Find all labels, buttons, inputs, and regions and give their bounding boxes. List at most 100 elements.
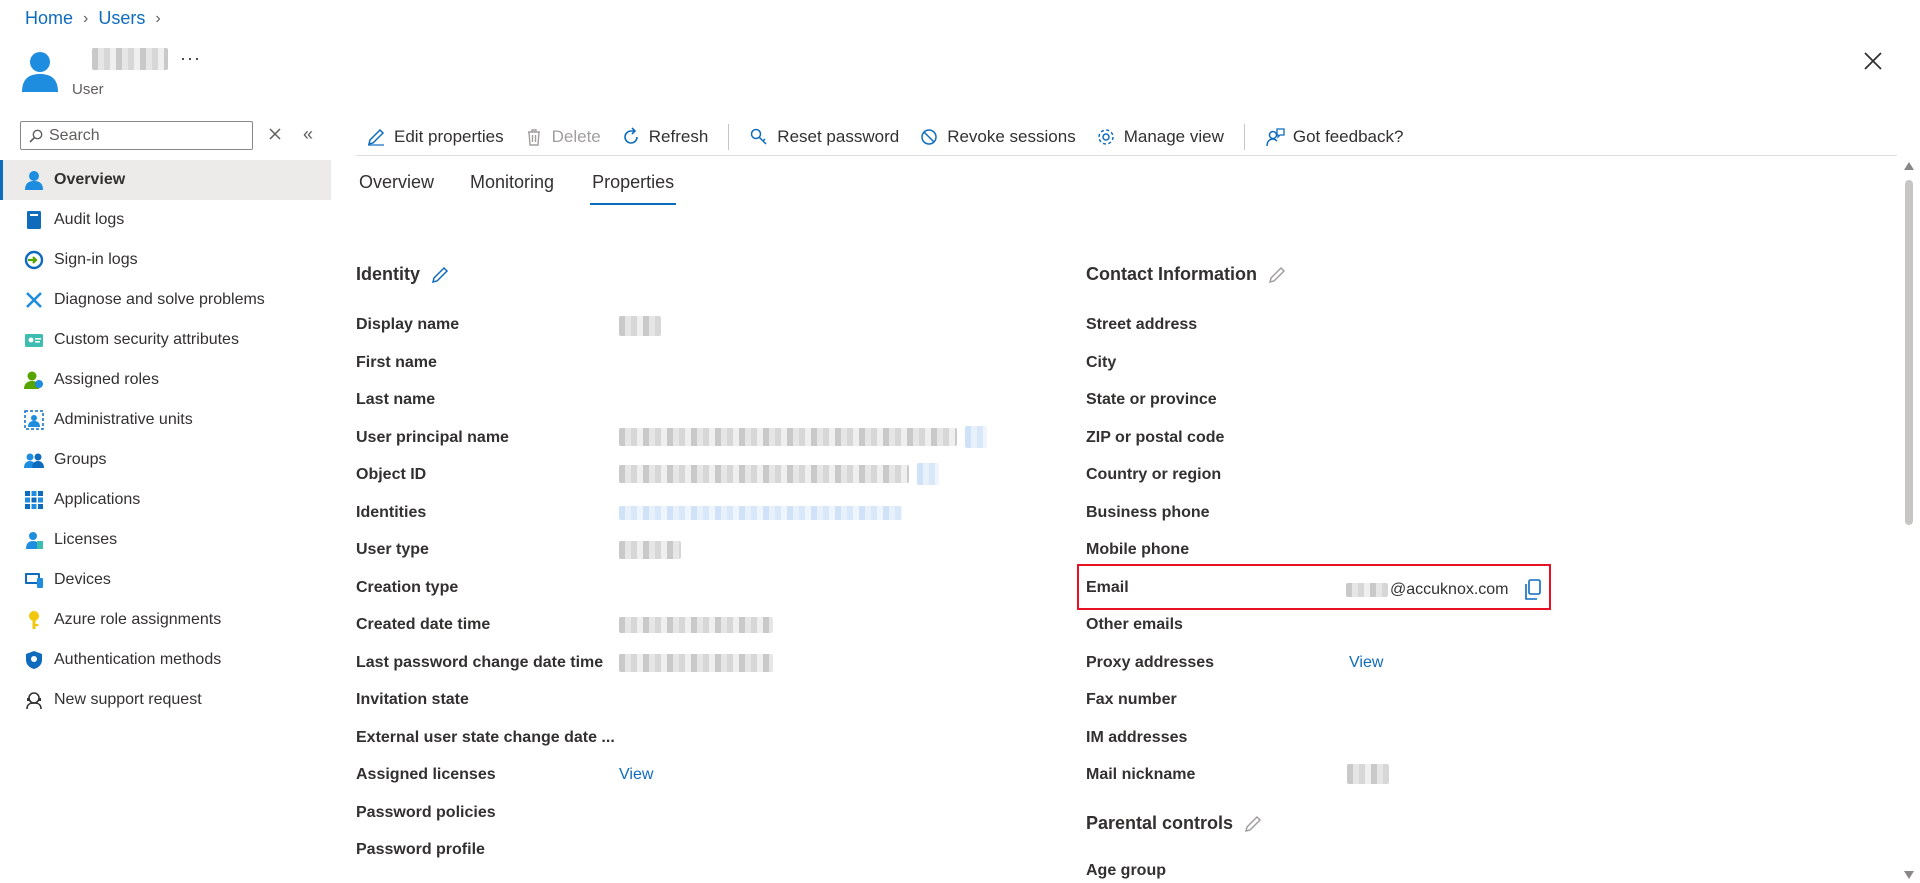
- breadcrumb-users[interactable]: Users: [98, 8, 145, 29]
- sidebar-item-devices[interactable]: Devices: [0, 560, 331, 600]
- sidebar-item-label: Groups: [54, 451, 107, 468]
- sidebar-item-administrative-units[interactable]: Administrative units: [0, 400, 331, 440]
- admin-units-icon: [24, 410, 44, 430]
- prop-proxy-addresses: Proxy addresses: [1086, 654, 1215, 671]
- devices-icon: [24, 570, 44, 590]
- user-display-name: [92, 48, 168, 75]
- pencil-icon: [367, 128, 385, 146]
- sidebar-item-groups[interactable]: Groups: [0, 440, 331, 480]
- sidebar-item-assigned-roles[interactable]: Assigned roles: [0, 360, 331, 400]
- prop-mail-nickname: Mail nickname: [1086, 766, 1196, 783]
- toolbar-divider: [728, 123, 730, 150]
- edit-pencil-icon[interactable]: [1243, 814, 1263, 834]
- sidebar-item-label: Administrative units: [54, 411, 193, 428]
- chevron-right-icon: ›: [83, 9, 89, 27]
- prop-street-address: Street address: [1086, 316, 1198, 333]
- key-icon: [751, 128, 767, 145]
- prop-creation-type: Creation type: [356, 579, 459, 596]
- copy-icon[interactable]: [965, 426, 987, 448]
- refresh-button[interactable]: Refresh: [611, 121, 719, 153]
- sidebar-item-label: Sign-in logs: [54, 251, 138, 268]
- identities-value[interactable]: [619, 506, 902, 520]
- search-input[interactable]: [49, 126, 229, 145]
- object-id-value: [619, 463, 939, 485]
- apps-grid-icon: [24, 490, 44, 510]
- prop-identities: Identities: [356, 504, 427, 521]
- feedback-button[interactable]: Got feedback?: [1255, 121, 1414, 153]
- sidebar-item-label: Audit logs: [54, 211, 125, 228]
- license-icon: [24, 530, 44, 550]
- display-name-value: [619, 316, 661, 336]
- prop-object-id: Object ID: [356, 466, 427, 483]
- block-icon: [921, 128, 937, 145]
- user-icon: [24, 170, 44, 190]
- clear-search-icon[interactable]: [267, 126, 283, 142]
- reset-password-button[interactable]: Reset password: [739, 121, 909, 153]
- sidebar-item-label: Diagnose and solve problems: [54, 291, 265, 308]
- sidebar-item-sign-in-logs[interactable]: Sign-in logs: [0, 240, 331, 280]
- prop-password-profile: Password profile: [356, 841, 485, 858]
- sidebar-item-overview[interactable]: Overview: [0, 160, 331, 200]
- breadcrumb-home[interactable]: Home: [25, 8, 73, 29]
- user-avatar-icon: [22, 52, 58, 92]
- sidebar-item-audit-logs[interactable]: Audit logs: [0, 200, 331, 240]
- proxy-addresses-view-link[interactable]: View: [1349, 654, 1383, 672]
- upn-value: [619, 426, 987, 448]
- prop-upn: User principal name: [356, 429, 509, 446]
- identity-section-title: Identity: [356, 264, 450, 285]
- vertical-scrollbar[interactable]: [1902, 160, 1916, 883]
- sidebar-item-authentication-methods[interactable]: Authentication methods: [0, 640, 331, 680]
- copy-icon[interactable]: [917, 463, 939, 485]
- revoke-sessions-button[interactable]: Revoke sessions: [909, 121, 1086, 153]
- prop-state: State or province: [1086, 391, 1217, 408]
- collapse-sidebar-button[interactable]: «: [303, 124, 313, 145]
- sidebar-item-custom-security-attributes[interactable]: Custom security attributes: [0, 320, 331, 360]
- close-icon[interactable]: [1862, 50, 1884, 72]
- edit-properties-button[interactable]: Edit properties: [356, 121, 514, 153]
- sidebar-item-label: Authentication methods: [54, 651, 222, 668]
- email-value: @accuknox.com: [1346, 579, 1543, 601]
- tab-properties[interactable]: Properties: [590, 172, 677, 205]
- tab-monitoring[interactable]: Monitoring: [470, 172, 554, 205]
- sidebar-item-label: Overview: [54, 171, 126, 188]
- sidebar-item-label: Custom security attributes: [54, 331, 239, 348]
- command-bar: Edit properties Delete Refresh Reset pas…: [356, 118, 1897, 156]
- scroll-up-icon[interactable]: [1904, 162, 1914, 170]
- edit-pencil-icon[interactable]: [1267, 265, 1287, 285]
- tab-overview[interactable]: Overview: [359, 172, 434, 205]
- roles-icon: [24, 370, 44, 390]
- gear-icon: [1097, 128, 1114, 145]
- sidebar-item-new-support-request[interactable]: New support request: [0, 680, 331, 720]
- prop-mobile-phone: Mobile phone: [1086, 541, 1190, 558]
- trash-icon: [527, 128, 540, 146]
- prop-im-addresses: IM addresses: [1086, 729, 1188, 746]
- scroll-down-icon[interactable]: [1904, 871, 1914, 879]
- feedback-icon: [1266, 127, 1285, 146]
- prop-user-type: User type: [356, 541, 429, 558]
- prop-last-name: Last name: [356, 391, 436, 408]
- sidebar-item-diagnose[interactable]: Diagnose and solve problems: [0, 280, 331, 320]
- assigned-licenses-view-link[interactable]: View: [619, 766, 653, 784]
- sidebar-item-label: Azure role assignments: [54, 611, 222, 628]
- scroll-thumb[interactable]: [1905, 180, 1913, 525]
- sidebar-item-label: Devices: [54, 571, 111, 588]
- prop-age-group: Age group: [1086, 862, 1166, 879]
- sidebar-item-label: Applications: [54, 491, 141, 508]
- delete-button[interactable]: Delete: [514, 121, 611, 153]
- edit-pencil-icon[interactable]: [430, 265, 450, 285]
- prop-fax-number: Fax number: [1086, 691, 1177, 708]
- prop-first-name: First name: [356, 354, 437, 371]
- sidebar-item-applications[interactable]: Applications: [0, 480, 331, 520]
- mail-nickname-value: [1347, 764, 1389, 784]
- sidebar-item-azure-role-assignments[interactable]: Azure role assignments: [0, 600, 331, 640]
- prop-business-phone: Business phone: [1086, 504, 1210, 521]
- sidebar-search[interactable]: [20, 121, 253, 150]
- prop-last-password-change: Last password change date time: [356, 654, 604, 671]
- page-header: User ···: [20, 46, 200, 102]
- manage-view-button[interactable]: Manage view: [1086, 121, 1234, 153]
- sidebar-item-licenses[interactable]: Licenses: [0, 520, 331, 560]
- breadcrumb: Home › Users ›: [25, 8, 161, 29]
- shield-icon: [24, 650, 44, 670]
- copy-icon[interactable]: [1523, 579, 1543, 601]
- more-options-button[interactable]: ···: [180, 48, 201, 69]
